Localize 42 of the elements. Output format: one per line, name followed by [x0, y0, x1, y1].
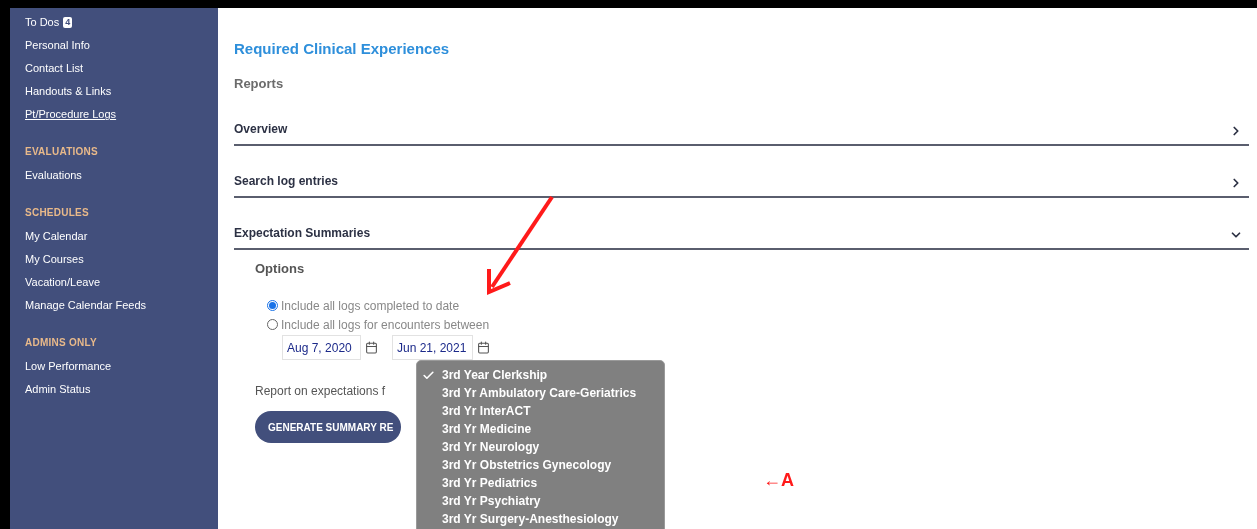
sidebar-heading: EVALUATIONS [25, 145, 99, 159]
radio-button[interactable] [267, 300, 278, 311]
sidebar-item[interactable]: Pt/Procedure Logs [25, 106, 117, 123]
sidebar-heading: SCHEDULES [25, 206, 90, 220]
sidebar-item[interactable]: Vacation/Leave [25, 274, 101, 291]
dropdown-option[interactable]: 3rd Yr Neurology [417, 438, 664, 456]
sidebar-item[interactable]: Evaluations [25, 167, 82, 184]
dropdown-option[interactable]: 3rd Yr Medicine [417, 420, 664, 438]
accordion-header[interactable]: Expectation Summaries [234, 198, 1249, 250]
date-field[interactable]: Jun 21, 2021 [392, 335, 473, 360]
page-title: Required Clinical Experiences [234, 39, 451, 59]
radio-label: Include all logs completed to date [281, 297, 460, 315]
section-subtitle: Reports [234, 75, 285, 93]
dropdown-option[interactable]: 3rd Year Clerkship [417, 366, 664, 384]
report-label: Report on expectations f [255, 383, 386, 400]
dropdown-option[interactable]: 3rd Yr InterACT [417, 402, 664, 420]
sidebar-item[interactable]: Admin Status [25, 381, 91, 398]
sidebar-item[interactable]: Manage Calendar Feeds [25, 297, 147, 314]
sidebar-heading: ADMINS ONLY [25, 336, 98, 350]
dropdown-option[interactable]: 3rd Yr Obstetrics Gynecology [417, 456, 664, 474]
generate-report-button[interactable]: GENERATE SUMMARY RE [255, 411, 401, 443]
sidebar-item[interactable]: My Courses [25, 251, 84, 268]
options-heading: Options [255, 260, 306, 278]
sidebar-item[interactable]: Personal Info [25, 37, 90, 54]
dropdown-option[interactable]: 3rd Yr Pediatrics [417, 474, 664, 492]
count-badge: 4 [63, 17, 73, 28]
sidebar-item[interactable]: To Dos [25, 14, 60, 31]
date-field[interactable]: Aug 7, 2020 [282, 335, 361, 360]
sidebar-item[interactable]: Contact List [25, 60, 84, 77]
dropdown-option[interactable]: 3rd Yr Psychiatry [417, 492, 664, 510]
sidebar-item[interactable]: Handouts & Links [25, 83, 112, 100]
sidebar-item[interactable]: My Calendar [25, 228, 88, 245]
accordion-header[interactable]: Overview [234, 94, 1249, 146]
dropdown-option[interactable]: 3rd Yr Surgery-Anesthesiology [417, 510, 664, 528]
calendar-icon[interactable] [477, 341, 490, 354]
radio-button[interactable] [267, 319, 278, 330]
accordion-header[interactable]: Search log entries [234, 146, 1249, 198]
sidebar-item[interactable]: Low Performance [25, 358, 112, 375]
annotation-label: ←A [763, 469, 794, 492]
radio-label: Include all logs for encounters between [281, 316, 490, 334]
calendar-icon[interactable] [365, 341, 378, 354]
dropdown-option[interactable]: 3rd Yr Ambulatory Care-Geriatrics [417, 384, 664, 402]
